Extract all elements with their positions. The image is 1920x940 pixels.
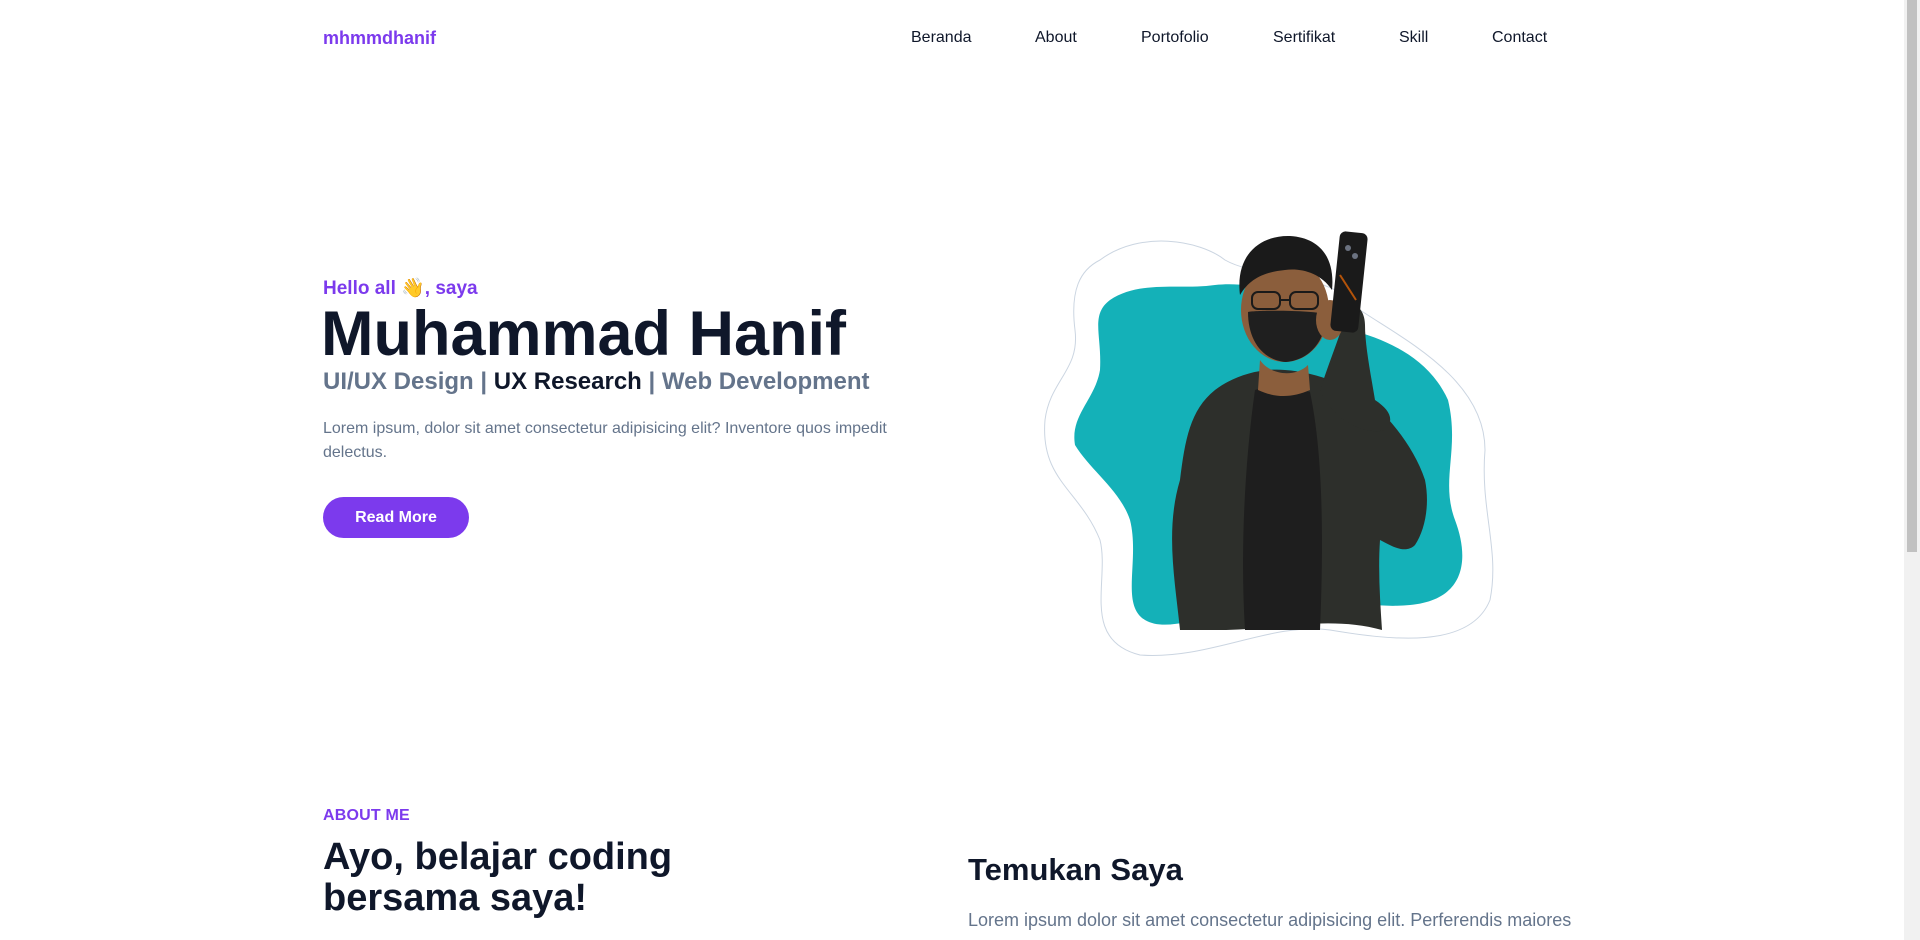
role-web-development: Web Development: [661, 368, 870, 395]
nav-link-beranda[interactable]: Beranda: [911, 29, 972, 47]
nav-link-sertifikat[interactable]: Sertifikat: [1273, 29, 1335, 47]
nav-link-about[interactable]: About: [1035, 29, 1077, 47]
role-separator: |: [473, 368, 494, 395]
about-eyebrow: ABOUT ME: [323, 807, 410, 824]
role-separator: |: [641, 368, 662, 395]
role-ux-research: UX Research: [493, 368, 642, 395]
page-scrollbar[interactable]: [1904, 0, 1920, 940]
profile-illustration: [1044, 231, 1494, 656]
person-shirt: [1243, 386, 1322, 630]
nav-link-contact[interactable]: Contact: [1492, 29, 1547, 47]
hero-greeting: Hello all 👋, saya: [323, 278, 478, 299]
role-uiux: UI/UX Design: [323, 368, 474, 395]
about-heading: Ayo, belajar coding bersama saya!: [323, 836, 673, 919]
hero-description: Lorem ipsum, dolor sit amet consectetur …: [323, 420, 887, 461]
scrollbar-thumb[interactable]: [1907, 0, 1917, 552]
hero-roles: UI/UX Design | UX Research | Web Develop…: [323, 368, 870, 396]
hero-profile-image: [1030, 160, 1510, 670]
find-me-heading: Temukan Saya: [968, 852, 1183, 887]
nav-link-skill[interactable]: Skill: [1399, 29, 1428, 47]
read-more-button[interactable]: Read More: [323, 497, 469, 538]
navbar: mhmmdhanif Beranda About Portofolio Sert…: [0, 0, 1904, 78]
nav-link-portofolio[interactable]: Portofolio: [1141, 29, 1209, 47]
hero-name: Muhammad Hanif: [321, 299, 847, 369]
find-me-text: Lorem ipsum dolor sit amet consectetur a…: [968, 910, 1572, 930]
brand-logo[interactable]: mhmmdhanif: [323, 28, 436, 49]
